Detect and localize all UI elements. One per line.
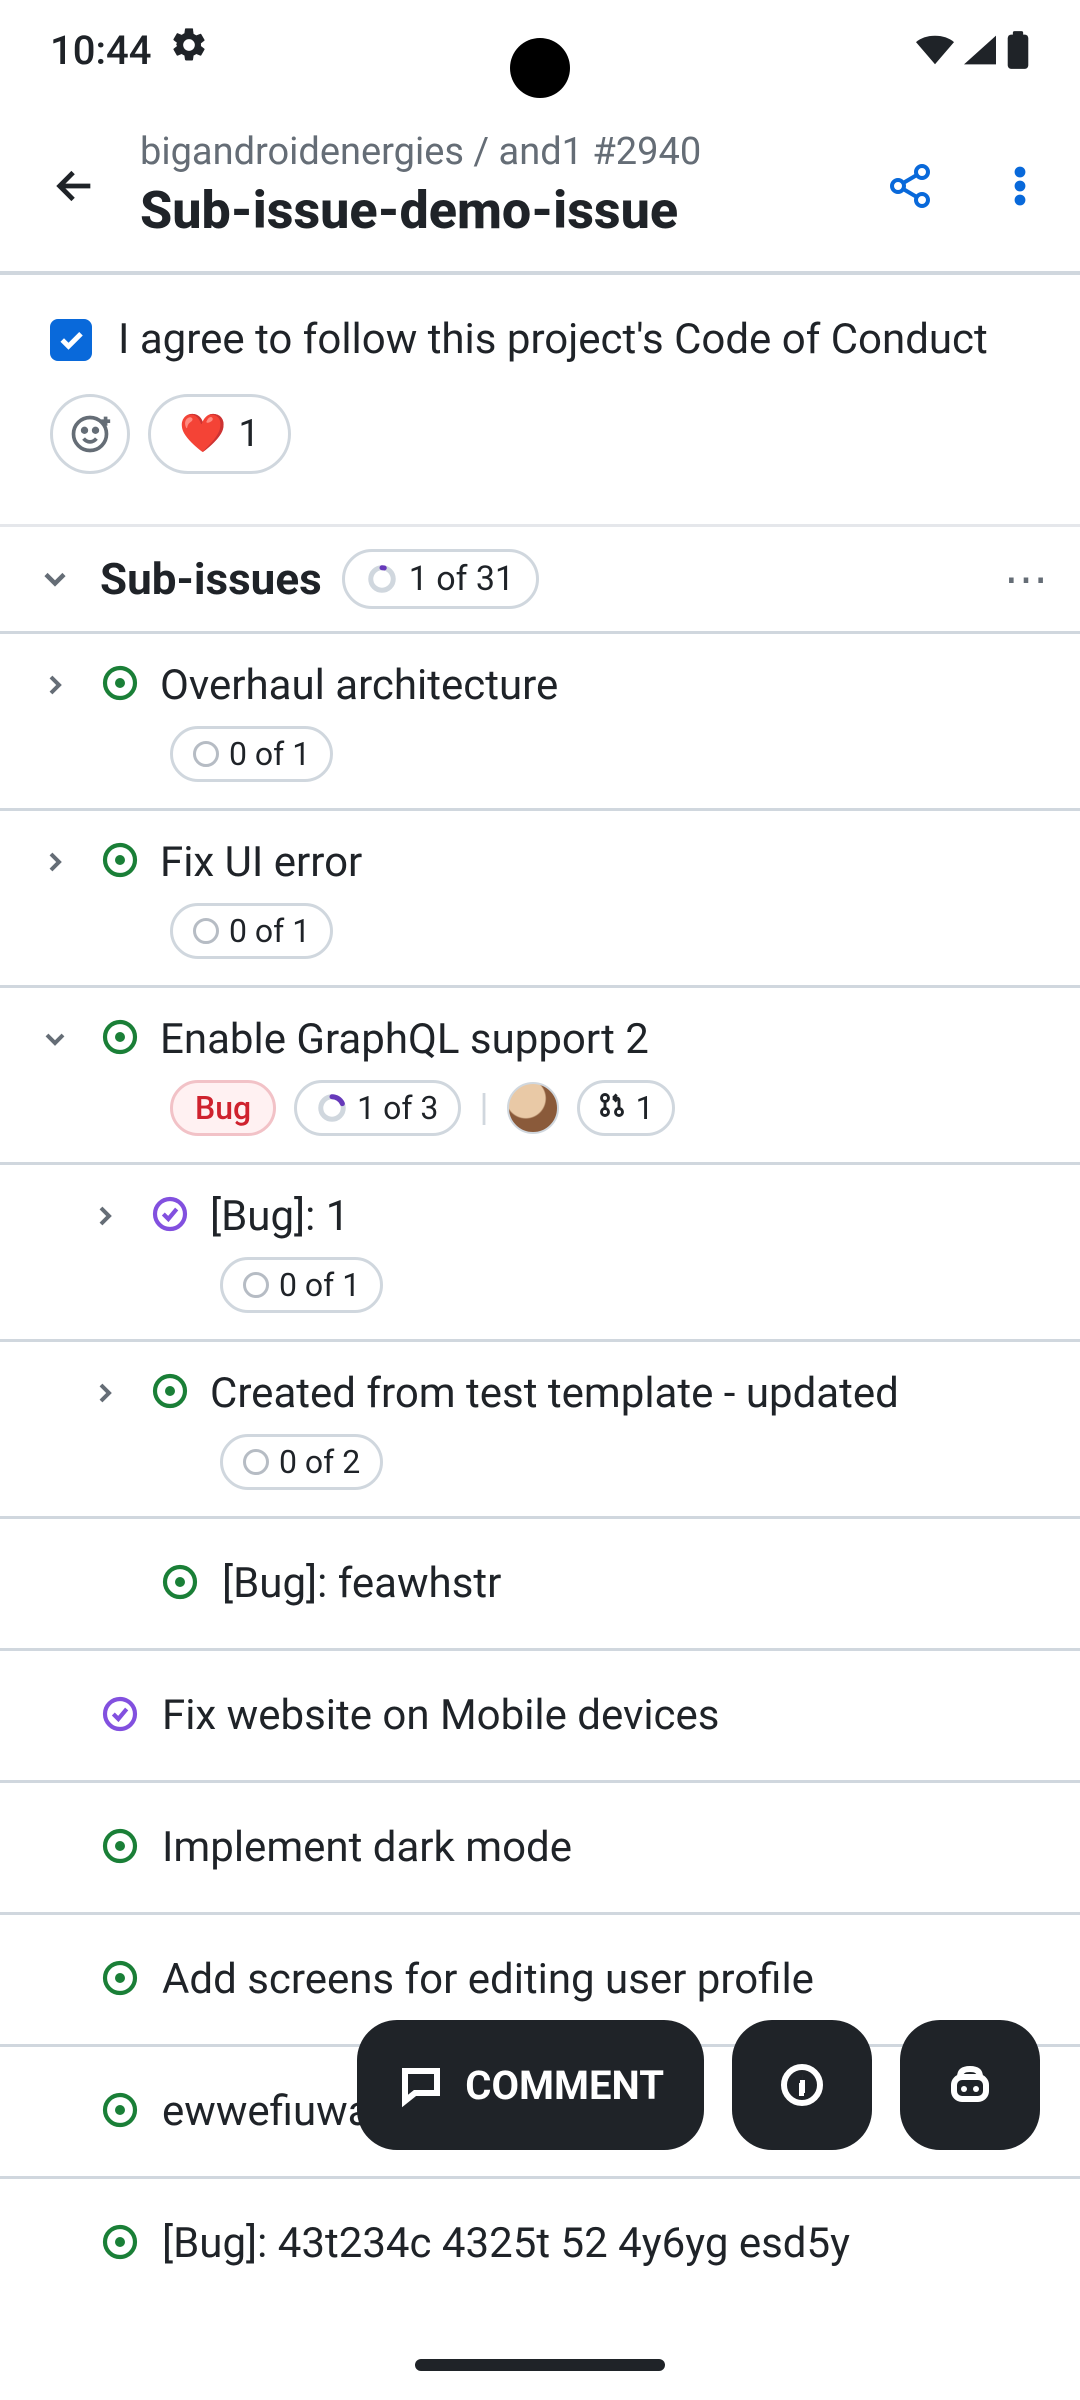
separator: | — [479, 1086, 488, 1130]
open-issue-icon — [100, 2222, 140, 2266]
chevron-right-icon[interactable] — [80, 1191, 130, 1241]
chevron-right-icon[interactable] — [30, 837, 80, 887]
issue-title: Fix UI error — [160, 838, 362, 887]
issue-row[interactable]: Implement dark mode — [0, 1783, 1080, 1915]
info-icon — [778, 2061, 826, 2109]
issue-title: [Bug]: feawhstr — [222, 1559, 501, 1608]
android-navbar[interactable] — [0, 2330, 1080, 2400]
issue-title: Created from test template - updated — [210, 1369, 899, 1418]
add-reaction-button[interactable] — [50, 394, 130, 474]
issue-row[interactable]: Enable GraphQL support 2 Bug 1 of 3 | 1 — [0, 988, 1080, 1165]
gear-icon — [169, 25, 209, 75]
chevron-down-icon[interactable] — [30, 554, 80, 604]
reaction-count: 1 — [238, 412, 259, 456]
subissues-title: Sub-issues — [100, 553, 322, 605]
copilot-icon — [946, 2061, 994, 2109]
issue-progress: 1 of 3 — [294, 1080, 461, 1136]
home-indicator — [415, 2359, 665, 2371]
issue-row[interactable]: [Bug]: 43t234c 4325t 52 4y6yg esd5y — [0, 2179, 1080, 2268]
subissues-progress: 1 of 31 — [342, 549, 539, 609]
open-issue-icon — [100, 1958, 140, 2002]
chevron-right-icon[interactable] — [80, 1368, 130, 1418]
issue-title: [Bug]: 43t234c 4325t 52 4y6yg esd5y — [162, 2219, 850, 2268]
coc-text: I agree to follow this project's Code of… — [118, 315, 988, 364]
issue-title: Add screens for editing user profile — [162, 1955, 814, 2004]
issue-progress: 0 of 2 — [220, 1434, 383, 1490]
issue-row[interactable]: Overhaul architecture 0 of 1 — [0, 634, 1080, 811]
issue-row[interactable]: Created from test template - updated 0 o… — [0, 1342, 1080, 1519]
issue-title: [Bug]: 1 — [210, 1192, 349, 1241]
info-button[interactable] — [732, 2020, 872, 2150]
issue-title: Overhaul architecture — [160, 661, 558, 710]
ring-icon — [193, 918, 219, 944]
issue-title: ewwefiuwaf — [162, 2087, 385, 2136]
comment-icon — [397, 2061, 445, 2109]
battery-icon — [1006, 31, 1030, 69]
status-time: 10:44 — [50, 27, 151, 74]
issue-progress: 0 of 1 — [170, 726, 333, 782]
heart-icon: ❤️ — [179, 412, 226, 456]
breadcrumb[interactable]: bigandroidenergies / and1 #2940 — [140, 130, 840, 174]
more-button[interactable] — [980, 146, 1060, 226]
wifi-icon — [916, 35, 954, 65]
share-button[interactable] — [870, 146, 950, 226]
progress-text: 1 of 31 — [409, 559, 514, 599]
issue-row[interactable]: [Bug]: feawhstr — [0, 1519, 1080, 1651]
open-issue-icon — [100, 1826, 140, 1870]
issue-progress: 0 of 1 — [170, 903, 333, 959]
open-issue-icon — [100, 1017, 140, 1061]
label-bug[interactable]: Bug — [170, 1080, 276, 1136]
reaction-heart[interactable]: ❤️ 1 — [148, 394, 291, 474]
issue-row[interactable]: [Bug]: 1 0 of 1 — [0, 1165, 1080, 1342]
ring-icon — [243, 1449, 269, 1475]
issue-title: Implement dark mode — [162, 1823, 572, 1872]
pr-count[interactable]: 1 — [577, 1080, 675, 1136]
issue-title: Fix website on Mobile devices — [162, 1691, 719, 1740]
subissues-header[interactable]: Sub-issues 1 of 31 ⋯ — [0, 527, 1080, 634]
issue-progress: 0 of 1 — [220, 1257, 383, 1313]
chevron-right-icon[interactable] — [30, 660, 80, 710]
open-issue-icon — [100, 663, 140, 707]
issue-row[interactable]: Fix website on Mobile devices — [0, 1651, 1080, 1783]
camera-cutout — [510, 38, 570, 98]
issue-row[interactable]: Fix UI error 0 of 1 — [0, 811, 1080, 988]
copilot-button[interactable] — [900, 2020, 1040, 2150]
progress-ring-icon — [367, 564, 397, 594]
closed-issue-icon — [150, 1194, 190, 1238]
open-issue-icon — [150, 1371, 190, 1415]
assignee-avatar[interactable] — [507, 1082, 559, 1134]
app-header: bigandroidenergies / and1 #2940 Sub-issu… — [0, 100, 1080, 275]
subissues-more-icon[interactable]: ⋯ — [1004, 553, 1050, 605]
progress-ring-icon — [317, 1093, 347, 1123]
ring-icon — [193, 741, 219, 767]
comment-button[interactable]: COMMENT — [357, 2020, 704, 2150]
comment-label: COMMENT — [465, 2062, 664, 2109]
ring-icon — [243, 1272, 269, 1298]
signal-icon — [964, 35, 996, 65]
open-issue-icon — [100, 840, 140, 884]
closed-issue-icon — [100, 1694, 140, 1738]
open-issue-icon — [160, 1562, 200, 1606]
chevron-down-icon[interactable] — [30, 1014, 80, 1064]
open-issue-icon — [100, 2090, 140, 2134]
back-button[interactable] — [40, 151, 110, 221]
issue-title: Enable GraphQL support 2 — [160, 1015, 649, 1064]
pull-request-icon — [598, 1089, 626, 1127]
page-title: Sub-issue-demo-issue — [140, 180, 840, 241]
status-icons — [916, 31, 1030, 69]
code-of-conduct-row: I agree to follow this project's Code of… — [0, 275, 1080, 394]
checkbox-checked[interactable] — [50, 319, 92, 361]
